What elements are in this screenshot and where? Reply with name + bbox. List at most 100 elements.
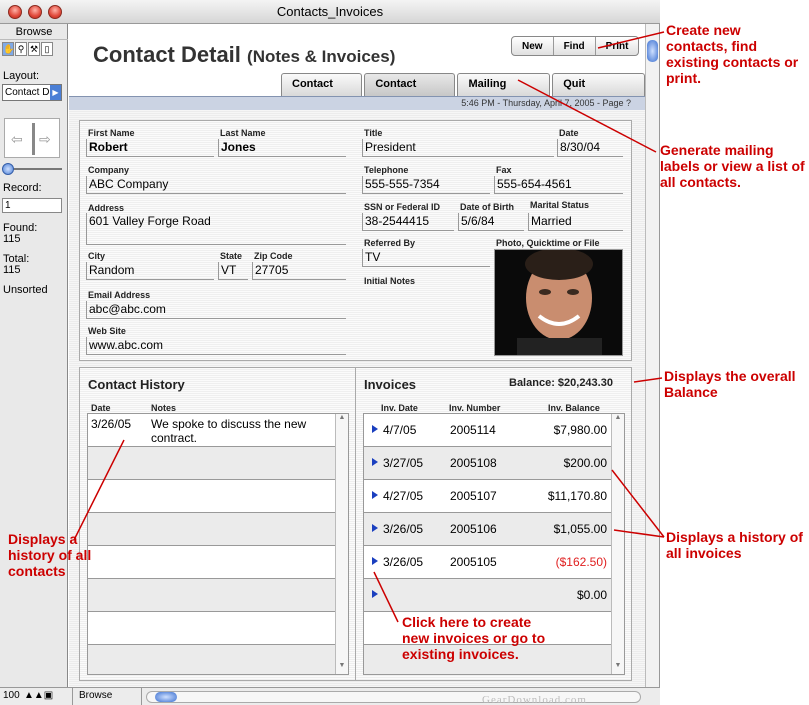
- invoice-date[interactable]: 3/26/05: [383, 555, 423, 569]
- go-to-invoice-icon[interactable]: [372, 491, 378, 499]
- tab-mailing-labels[interactable]: Mailing Labels: [457, 73, 551, 111]
- invoice-row[interactable]: 4/7/05 2005114 $7,980.00: [364, 414, 613, 447]
- close-window-icon[interactable]: [8, 5, 22, 19]
- ssn-label: SSN or Federal ID: [364, 202, 441, 212]
- invoice-number[interactable]: 2005107: [450, 489, 497, 503]
- history-row[interactable]: [88, 480, 337, 513]
- record-book-icon[interactable]: ⇦ ⇨: [4, 118, 60, 158]
- address-field[interactable]: 601 Valley Forge Road: [86, 213, 346, 245]
- invoice-row[interactable]: 3/26/05 2005105 ($162.50): [364, 546, 613, 579]
- find-button[interactable]: Find: [554, 37, 596, 55]
- tab-contact-detail[interactable]: Contact Detail: [364, 73, 456, 111]
- zip-field[interactable]: 27705: [252, 262, 346, 280]
- history-row[interactable]: [88, 612, 337, 645]
- previous-record-icon[interactable]: ⇦: [11, 131, 23, 148]
- minimize-window-icon[interactable]: [28, 5, 42, 19]
- window-title: Contacts_Invoices: [276, 4, 384, 19]
- invoice-number[interactable]: 2005108: [450, 456, 497, 470]
- tab-quit-filemaker[interactable]: Quit FileMaker: [552, 73, 645, 111]
- invoice-number[interactable]: 2005114: [450, 423, 496, 437]
- history-row[interactable]: [88, 447, 337, 480]
- city-field[interactable]: Random: [86, 262, 214, 280]
- record-number-field[interactable]: 1: [2, 198, 62, 213]
- history-row[interactable]: [88, 579, 337, 612]
- go-to-invoice-icon[interactable]: [372, 557, 378, 565]
- website-field[interactable]: www.abc.com: [86, 337, 346, 355]
- telephone-field[interactable]: 555-555-7354: [362, 176, 490, 194]
- history-row-date[interactable]: 3/26/05: [91, 417, 131, 431]
- state-field[interactable]: VT: [218, 262, 248, 280]
- scroll-up-icon[interactable]: ▲: [336, 414, 348, 426]
- window-vertical-scrollbar[interactable]: [645, 24, 659, 687]
- zoom-level[interactable]: 100: [3, 690, 20, 701]
- date-field[interactable]: 8/30/04: [557, 139, 623, 157]
- vertical-scroll-thumb[interactable]: [647, 40, 658, 62]
- history-row[interactable]: [88, 513, 337, 546]
- zoom-window-icon[interactable]: [48, 5, 62, 19]
- history-row[interactable]: [88, 645, 337, 674]
- scroll-down-icon[interactable]: ▼: [612, 662, 624, 674]
- record-slider[interactable]: [2, 163, 62, 175]
- layout-label: Layout:: [3, 70, 40, 82]
- print-button[interactable]: Print: [596, 37, 639, 55]
- horizontal-scrollbar[interactable]: GearDownload.com: [146, 691, 641, 705]
- next-record-icon[interactable]: ⇨: [39, 131, 51, 148]
- history-row[interactable]: 3/26/05 We spoke to discuss the new cont…: [88, 414, 337, 447]
- invoice-date[interactable]: 3/27/05: [383, 456, 423, 470]
- new-invoice-icon[interactable]: [372, 590, 378, 598]
- referred-field[interactable]: TV: [362, 249, 490, 267]
- mode-label[interactable]: Browse: [0, 24, 68, 40]
- history-row-notes-line1[interactable]: We spoke to discuss the new: [151, 417, 306, 431]
- invoice-date[interactable]: 3/26/05: [383, 522, 423, 536]
- history-portal[interactable]: 3/26/05 We spoke to discuss the new cont…: [87, 413, 349, 675]
- invoice-balance[interactable]: $0.00: [577, 588, 607, 602]
- zip-label: Zip Code: [254, 251, 293, 261]
- ssn-field[interactable]: 38-2544415: [362, 213, 454, 231]
- new-invoice-row[interactable]: $0.00: [364, 579, 613, 612]
- dob-field[interactable]: 5/6/84: [458, 213, 524, 231]
- invoice-number[interactable]: 2005105: [450, 555, 497, 569]
- invoice-date[interactable]: 4/27/05: [383, 489, 423, 503]
- go-to-invoice-icon[interactable]: [372, 458, 378, 466]
- layout-tool-icon[interactable]: ⚒: [28, 42, 40, 56]
- fax-field[interactable]: 555-654-4561: [494, 176, 623, 194]
- slider-knob[interactable]: [2, 163, 14, 175]
- history-row[interactable]: [88, 546, 337, 579]
- invoice-row[interactable]: 3/27/05 2005108 $200.00: [364, 447, 613, 480]
- go-to-invoice-icon[interactable]: [372, 425, 378, 433]
- invoice-balance[interactable]: $7,980.00: [554, 423, 607, 437]
- browse-tool-icon[interactable]: ✋: [2, 42, 14, 56]
- total-count: 115: [3, 264, 21, 276]
- zoom-controls-icon[interactable]: ▲▲▣: [24, 690, 53, 701]
- preview-tool-icon[interactable]: ▯: [41, 42, 53, 56]
- invoice-date[interactable]: 4/7/05: [383, 423, 416, 437]
- horizontal-scroll-thumb[interactable]: [155, 692, 177, 702]
- tab-contact-list[interactable]: Contact List: [281, 73, 363, 111]
- invoice-balance[interactable]: $11,170.80: [548, 489, 607, 503]
- find-tool-icon[interactable]: ⚲: [15, 42, 27, 56]
- marital-field[interactable]: Married: [528, 213, 623, 231]
- invoice-balance[interactable]: $200.00: [564, 456, 607, 470]
- email-field[interactable]: abc@abc.com: [86, 301, 346, 319]
- invoice-number[interactable]: 2005106: [450, 522, 497, 536]
- layout-popup[interactable]: Contact D ▶: [2, 84, 62, 101]
- invoice-row[interactable]: 4/27/05 2005107 $11,170.80: [364, 480, 613, 513]
- title-field[interactable]: President: [362, 139, 554, 157]
- invoice-row[interactable]: 3/26/05 2005106 $1,055.00: [364, 513, 613, 546]
- book-spine: [32, 123, 35, 155]
- invoice-balance[interactable]: $1,055.00: [554, 522, 607, 536]
- history-scrollbar[interactable]: ▲ ▼: [335, 414, 348, 674]
- history-col-notes: Notes: [151, 403, 177, 413]
- last-name-field[interactable]: Jones: [218, 139, 346, 157]
- scroll-down-icon[interactable]: ▼: [336, 662, 348, 674]
- invoices-scrollbar[interactable]: ▲ ▼: [611, 414, 624, 674]
- contact-photo[interactable]: [494, 249, 623, 356]
- company-field[interactable]: ABC Company: [86, 176, 346, 194]
- history-row-notes-line2[interactable]: contract.: [151, 431, 197, 445]
- scroll-up-icon[interactable]: ▲: [612, 414, 624, 426]
- mode-popup[interactable]: Browse: [72, 688, 142, 705]
- new-button[interactable]: New: [512, 37, 554, 55]
- first-name-field[interactable]: Robert: [86, 139, 214, 157]
- invoice-balance[interactable]: ($162.50): [556, 555, 607, 569]
- go-to-invoice-icon[interactable]: [372, 524, 378, 532]
